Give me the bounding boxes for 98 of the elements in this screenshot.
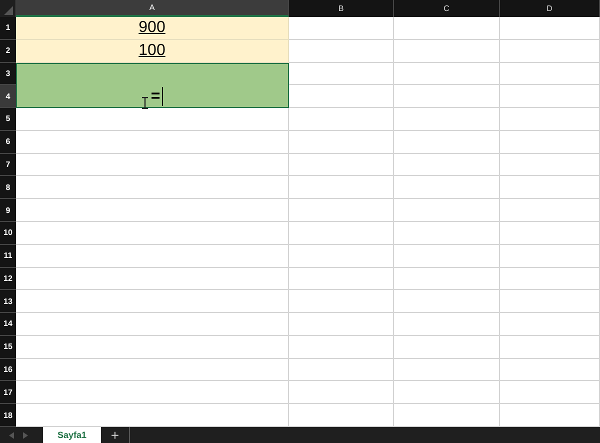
grid-cell[interactable] (289, 268, 394, 290)
grid-cell[interactable] (500, 154, 600, 176)
row-header[interactable]: 17 (0, 381, 16, 404)
row-header[interactable]: 10 (0, 222, 16, 245)
grid-cell[interactable] (289, 199, 394, 222)
grid-cell[interactable] (289, 40, 394, 63)
grid-cell[interactable] (289, 358, 394, 382)
row-header[interactable]: 5 (0, 108, 16, 131)
row-header[interactable]: 9 (0, 199, 16, 222)
grid-cell[interactable] (500, 108, 600, 131)
grid-cell[interactable] (500, 381, 600, 404)
spreadsheet-cell[interactable]: 100 (16, 40, 289, 63)
grid-cell[interactable] (289, 154, 394, 176)
row-header[interactable]: 11 (0, 244, 16, 268)
row-header[interactable]: 1 (0, 17, 16, 40)
grid-cell[interactable] (394, 154, 500, 176)
grid-cell[interactable] (16, 154, 289, 176)
grid-cell[interactable] (394, 176, 500, 200)
row-header[interactable]: 14 (0, 313, 16, 336)
grid-cell[interactable] (500, 268, 600, 290)
grid-cell[interactable] (289, 222, 394, 245)
column-header[interactable]: B (289, 0, 394, 17)
column-header[interactable]: A (16, 0, 289, 17)
grid-cell[interactable] (289, 176, 394, 200)
scroll-right-icon[interactable] (23, 432, 28, 438)
column-header[interactable]: D (500, 0, 600, 17)
grid-cell[interactable] (394, 336, 500, 359)
select-all-corner[interactable] (0, 0, 16, 17)
grid-cell[interactable] (500, 62, 600, 86)
row-header[interactable]: 15 (0, 336, 16, 359)
grid-cell[interactable] (394, 358, 500, 382)
grid-cell[interactable] (500, 40, 600, 63)
grid-cell[interactable] (16, 108, 289, 131)
row-header[interactable]: 18 (0, 404, 16, 427)
grid-cell[interactable] (394, 199, 500, 222)
grid-cell[interactable] (500, 17, 600, 40)
grid-cell[interactable] (394, 85, 500, 108)
i-beam-cursor-icon (142, 97, 148, 110)
row-header[interactable]: 7 (0, 154, 16, 176)
formula-text: = (150, 88, 160, 106)
column-header[interactable]: C (394, 0, 500, 17)
grid-cell[interactable] (16, 199, 289, 222)
grid-cell[interactable] (394, 40, 500, 63)
grid-cell[interactable] (289, 85, 394, 108)
grid-cell[interactable] (16, 313, 289, 336)
grid-cell[interactable] (289, 108, 394, 131)
triangle-icon (4, 6, 13, 15)
row-header[interactable]: 13 (0, 290, 16, 314)
editing-cell[interactable]: = (16, 62, 289, 108)
row-header[interactable]: 3 (0, 62, 16, 86)
grid-cell[interactable] (394, 62, 500, 86)
grid-cell[interactable] (500, 313, 600, 336)
grid-cell[interactable] (500, 176, 600, 200)
grid-cell[interactable] (16, 130, 289, 154)
grid-cell[interactable] (500, 130, 600, 154)
grid-cell[interactable] (394, 17, 500, 40)
grid-cell[interactable] (500, 244, 600, 268)
grid-cell[interactable] (289, 381, 394, 404)
grid-cell[interactable] (394, 268, 500, 290)
grid-cell[interactable] (394, 313, 500, 336)
grid-cell[interactable] (500, 358, 600, 382)
sheet-tab[interactable]: Sayfa1 (43, 427, 101, 443)
grid-cell[interactable] (289, 290, 394, 314)
grid-cell[interactable] (394, 290, 500, 314)
grid-cell[interactable] (16, 336, 289, 359)
row-header[interactable]: 4 (0, 85, 16, 108)
row-header[interactable]: 12 (0, 268, 16, 290)
spreadsheet-cell[interactable]: 900 (16, 17, 289, 40)
row-header[interactable]: 16 (0, 358, 16, 382)
grid-cell[interactable] (289, 62, 394, 86)
grid-cell[interactable] (394, 108, 500, 131)
add-sheet-button[interactable]: + (101, 427, 130, 443)
grid-cell[interactable] (16, 358, 289, 382)
grid-cell[interactable] (394, 222, 500, 245)
grid-cell[interactable] (394, 381, 500, 404)
grid-cell[interactable] (289, 313, 394, 336)
grid-cell[interactable] (500, 336, 600, 359)
row-header[interactable]: 6 (0, 130, 16, 154)
grid-cell[interactable] (500, 290, 600, 314)
grid-cell[interactable] (289, 244, 394, 268)
row-header[interactable]: 8 (0, 176, 16, 200)
grid-cell[interactable] (16, 268, 289, 290)
grid-cell[interactable] (16, 222, 289, 245)
grid-cell[interactable] (289, 17, 394, 40)
text-cursor (162, 87, 164, 106)
grid-cell[interactable] (394, 130, 500, 154)
grid-cell[interactable] (500, 199, 600, 222)
grid-cell[interactable] (16, 290, 289, 314)
row-header[interactable]: 2 (0, 40, 16, 63)
grid-cell[interactable] (16, 176, 289, 200)
scroll-left-icon[interactable] (9, 432, 14, 438)
grid-cell[interactable] (16, 381, 289, 404)
grid-cell[interactable] (500, 222, 600, 245)
grid-cell[interactable] (289, 336, 394, 359)
grid-cell[interactable] (500, 85, 600, 108)
grid-cell[interactable] (289, 130, 394, 154)
grid-cell[interactable] (394, 244, 500, 268)
grid-cell[interactable] (16, 244, 289, 268)
